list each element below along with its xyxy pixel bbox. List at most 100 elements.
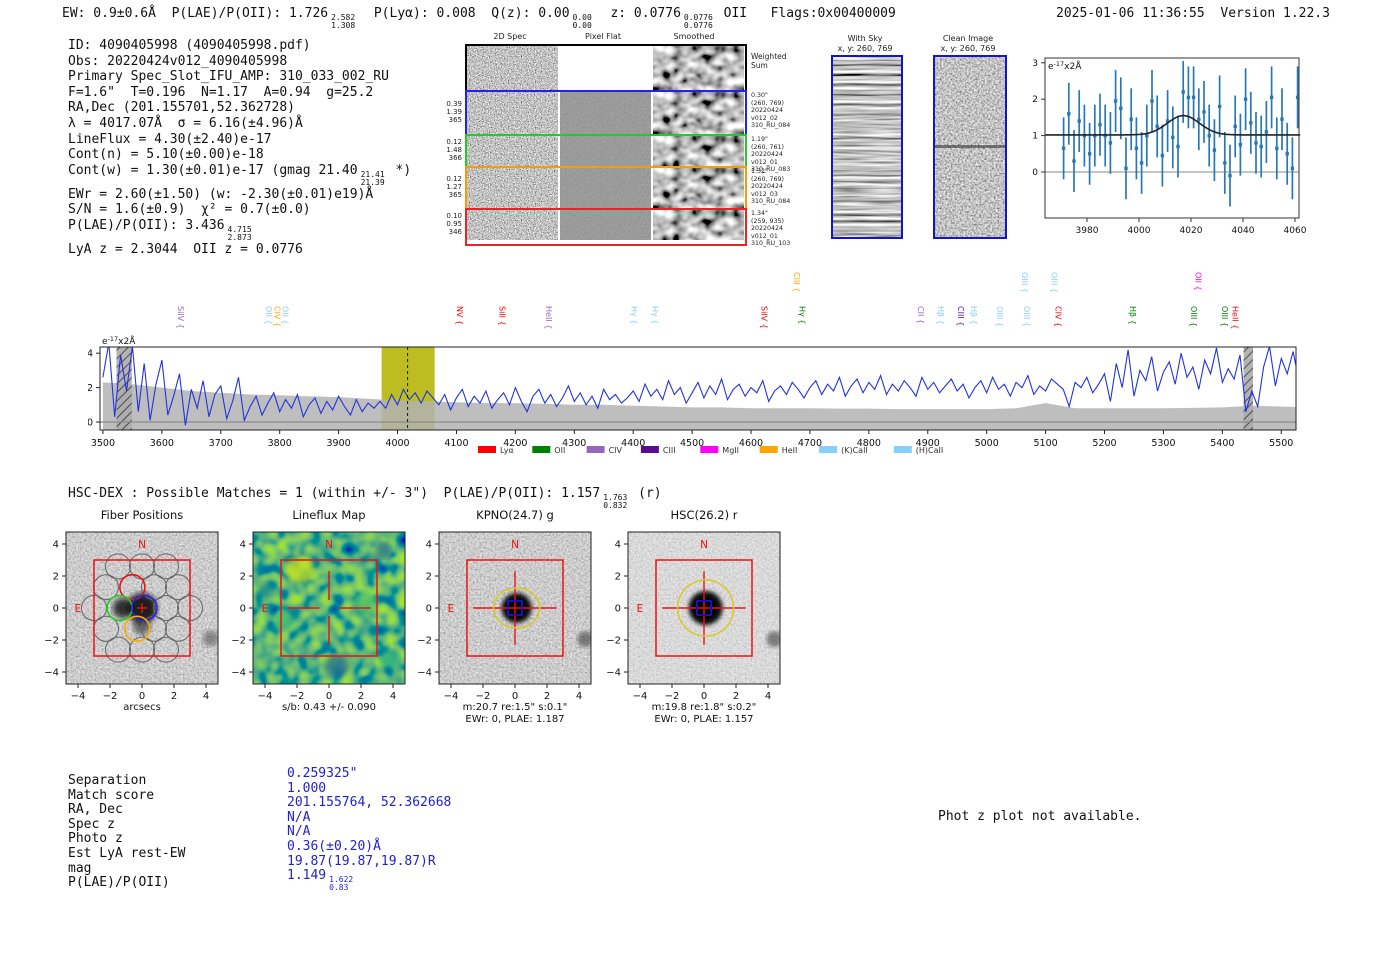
- svg-text:0: 0: [88, 418, 93, 429]
- svg-text:e-17x2Å: e-17x2Å: [102, 335, 136, 347]
- info-line: Cont(w) = 1.30(±0.01)e-17 (gmag 21.40 21.…: [68, 163, 411, 187]
- spec2d-image-flat: [560, 92, 651, 134]
- spec2d-image-flat: [560, 136, 651, 166]
- svg-text:0: 0: [512, 691, 518, 702]
- svg-text:2: 2: [733, 691, 739, 702]
- sky-panel-title: With Sky x, y: 260, 769: [837, 34, 893, 53]
- svg-text:4060: 4060: [1284, 226, 1307, 236]
- spec2d-image-white: [560, 46, 651, 90]
- cutout-title: HSC(26.2) r: [670, 508, 738, 522]
- match-row-value: N/A: [287, 810, 451, 826]
- svg-text:4: 4: [426, 540, 432, 551]
- svg-text:e-17x2Å: e-17x2Å: [1048, 60, 1082, 72]
- text-segment: (r): [630, 486, 662, 501]
- svg-text:N: N: [700, 539, 708, 551]
- stacked-fraction: 0.0776 0.0776: [683, 13, 713, 30]
- svg-text:2: 2: [358, 691, 364, 702]
- svg-text:5400: 5400: [1210, 438, 1234, 449]
- info-line: λ = 4017.07Å σ = 6.16(±4.96)Å: [68, 116, 411, 132]
- svg-text:CIV: CIV: [609, 446, 623, 455]
- full-spectrum-plot: 3500 3600 3700 3800 3900 4000 4100 4200 4300 4400…: [87, 268, 1398, 472]
- svg-text:4: 4: [576, 691, 582, 702]
- svg-text:5500: 5500: [1269, 438, 1293, 449]
- svg-text:2: 2: [240, 572, 246, 583]
- svg-text:−2: −2: [231, 636, 246, 647]
- svg-text:MgII: MgII: [722, 446, 739, 455]
- svg-text:E: E: [75, 603, 82, 615]
- svg-text:3600: 3600: [150, 438, 174, 449]
- svg-text:OII: OII: [554, 446, 565, 455]
- spec2d-image-grain: [467, 92, 558, 134]
- line-label-CIV: CIV {: [1054, 306, 1063, 327]
- svg-text:0: 0: [53, 604, 59, 615]
- svg-text:4000: 4000: [1128, 226, 1151, 236]
- line-label-SiIV: SiIV {: [176, 306, 185, 329]
- line-label-OII: OII {: [1193, 272, 1202, 291]
- line-label-Hγ: Hγ {: [651, 306, 660, 324]
- info-line: S/N = 1.6(±0.9) χ² = 0.7(±0.0): [68, 202, 411, 218]
- spec2d-col-header: Smoothed: [673, 32, 715, 41]
- line-label-OIII: OIII {: [1050, 272, 1059, 293]
- spec2d-image-blob: [653, 136, 744, 166]
- line-label-HeII: HeII {: [1230, 306, 1239, 329]
- svg-text:(K)CaII: (K)CaII: [841, 446, 868, 455]
- text-segment: F=1.6" T=0.196 N=1.17 A=0.94 g=25.2: [68, 84, 374, 100]
- svg-text:4300: 4300: [562, 438, 586, 449]
- text-segment: 1.000: [287, 780, 327, 796]
- svg-text:4600: 4600: [739, 438, 763, 449]
- svg-text:2: 2: [544, 691, 550, 702]
- line-label-SiIV: SiIV {: [760, 306, 769, 329]
- info-line: F=1.6" T=0.196 N=1.17 A=0.94 g=25.2: [68, 85, 411, 101]
- svg-text:0: 0: [139, 691, 145, 702]
- spec2d-row: [465, 166, 747, 214]
- svg-text:1: 1: [1032, 132, 1038, 142]
- line-label-OII: OII {: [264, 306, 273, 325]
- photz-notice: Phot z plot not available.: [938, 809, 1142, 824]
- svg-text:−2: −2: [290, 691, 305, 702]
- spec2d-row-weights: 0.12 1.48 366: [446, 138, 462, 163]
- match-row-value: 0.36(±0.20)Å: [287, 839, 451, 855]
- hscdex-match-summary: HSC-DEX : Possible Matches = 1 (within +…: [68, 486, 662, 510]
- svg-text:−4: −4: [417, 668, 432, 679]
- text-segment: ID: 4090405998 (4090405998.pdf): [68, 38, 311, 53]
- info-line: Cont(n) = 5.10(±0.00)e-18: [68, 147, 411, 163]
- svg-text:−4: −4: [258, 691, 273, 702]
- svg-text:2: 2: [1032, 95, 1038, 105]
- timestamp: 2025-01-06 11:36:55: [1056, 6, 1205, 21]
- info-line: LyA z = 2.3044 OII z = 0.0776: [68, 242, 411, 258]
- spec2d-row-annotation: 1.32" (260, 769) 20220424 v012_03 310_RU_084: [751, 168, 791, 206]
- spec2d-row-weights: 0.10 0.95 346: [446, 212, 462, 237]
- match-row-label: mag: [68, 860, 92, 876]
- svg-text:−2: −2: [606, 636, 621, 647]
- stacked-fraction: 2.582 1.308: [331, 13, 356, 30]
- text-segment: OII Flags:0x00400009: [715, 6, 896, 21]
- spec2d-image-grain: [467, 210, 558, 240]
- match-row-value: 0.259325": [287, 766, 451, 782]
- info-line: P(LAE)/P(OII): 3.436 4.715 2.873: [68, 218, 411, 242]
- spec2d-image-blob: [653, 46, 744, 90]
- svg-text:2: 2: [53, 572, 59, 583]
- svg-text:N: N: [138, 539, 146, 551]
- svg-text:N: N: [511, 539, 519, 551]
- svg-text:2: 2: [88, 383, 93, 394]
- text-segment: EWr = 2.60(±1.50) (w: -2.30(±0.01)e19)Å: [68, 186, 374, 202]
- sky-panel-image: [933, 55, 1007, 239]
- weighted-sum-label: Weighted Sum: [751, 52, 787, 70]
- svg-text:3980: 3980: [1076, 226, 1099, 236]
- svg-text:CIII: CIII: [663, 446, 676, 455]
- text-segment: P(Lyα): 0.008 Q(z): 0.00: [358, 6, 570, 21]
- svg-text:0: 0: [426, 604, 432, 615]
- info-line: Primary Spec_Slot_IFU_AMP: 310_033_002_R…: [68, 69, 411, 85]
- svg-text:−2: −2: [665, 691, 680, 702]
- info-line: LineFlux = 4.30(±2.40)e-17: [68, 132, 411, 148]
- line-label-CIII: CIII {: [956, 306, 965, 326]
- stacked-fraction: 4.715 2.873: [227, 224, 252, 242]
- svg-text:−2: −2: [103, 691, 118, 702]
- text-segment: *): [387, 162, 412, 178]
- line-label-SiII: SiII {: [498, 306, 507, 326]
- line-label-Hβ: Hβ {: [969, 306, 978, 325]
- spec2d-image-grain: [467, 136, 558, 166]
- spec2d-image-blob: [653, 210, 744, 240]
- line-label-NV: NV {: [455, 306, 464, 325]
- elixer-report-page: { "header": { "left_segments": [ {"t":"E…: [0, 0, 1400, 953]
